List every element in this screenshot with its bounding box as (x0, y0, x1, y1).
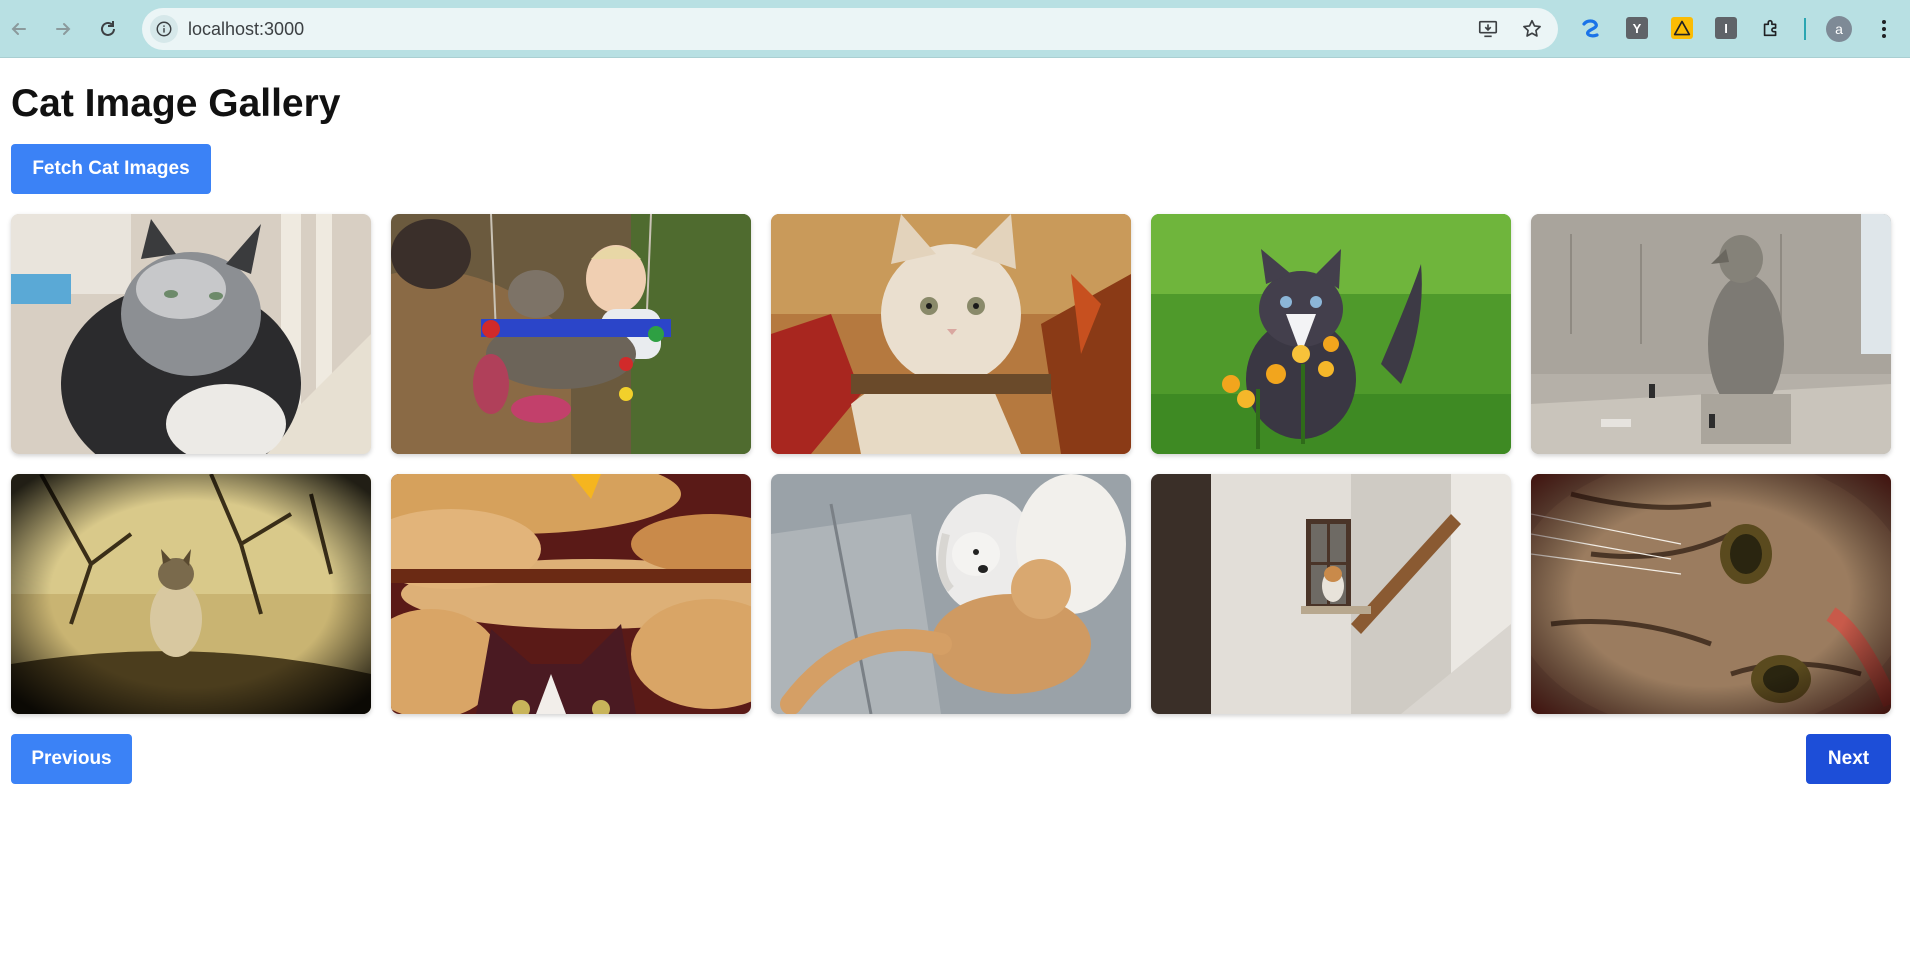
toolbar-divider (1804, 18, 1806, 40)
reload-icon[interactable] (92, 13, 124, 45)
image-gallery (11, 214, 1891, 714)
cat-image-9[interactable] (1151, 474, 1511, 714)
profile-avatar[interactable]: a (1826, 16, 1852, 42)
address-bar[interactable]: localhost:3000 (142, 8, 1558, 50)
ext-warning-icon[interactable] (1671, 17, 1693, 39)
extensions-puzzle-icon[interactable] (1760, 17, 1782, 39)
next-button[interactable]: Next (1806, 734, 1891, 784)
profile-initial: a (1835, 21, 1843, 37)
cat-image-1[interactable] (11, 214, 371, 454)
cat-image-6[interactable] (11, 474, 371, 714)
ext-blue-icon[interactable] (1580, 17, 1602, 39)
cat-image-7[interactable] (391, 474, 751, 714)
previous-button[interactable]: Previous (11, 734, 132, 784)
cat-image-3[interactable] (771, 214, 1131, 454)
cat-image-4[interactable] (1151, 214, 1511, 454)
url-text[interactable]: localhost:3000 (188, 19, 304, 40)
cat-image-10[interactable] (1531, 474, 1891, 714)
back-arrow-icon[interactable] (3, 13, 35, 45)
ext-y-label: Y (1632, 20, 1642, 36)
fetch-cat-images-button[interactable]: Fetch Cat Images (11, 144, 211, 194)
ext-i-label: I (1724, 20, 1728, 36)
browser-toolbar: localhost:3000 Y I a (0, 0, 1910, 58)
page-title: Cat Image Gallery (11, 82, 341, 125)
bookmark-star-icon[interactable] (1520, 17, 1544, 41)
browser-menu-icon[interactable] (1872, 15, 1896, 43)
cat-image-2[interactable] (391, 214, 751, 454)
cat-image-8[interactable] (771, 474, 1131, 714)
forward-arrow-icon[interactable] (47, 13, 79, 45)
ext-i-icon[interactable]: I (1715, 17, 1737, 39)
ext-y-icon[interactable]: Y (1626, 17, 1648, 39)
cat-image-5[interactable] (1531, 214, 1891, 454)
site-info-icon[interactable] (150, 15, 178, 43)
install-app-icon[interactable] (1476, 17, 1500, 41)
